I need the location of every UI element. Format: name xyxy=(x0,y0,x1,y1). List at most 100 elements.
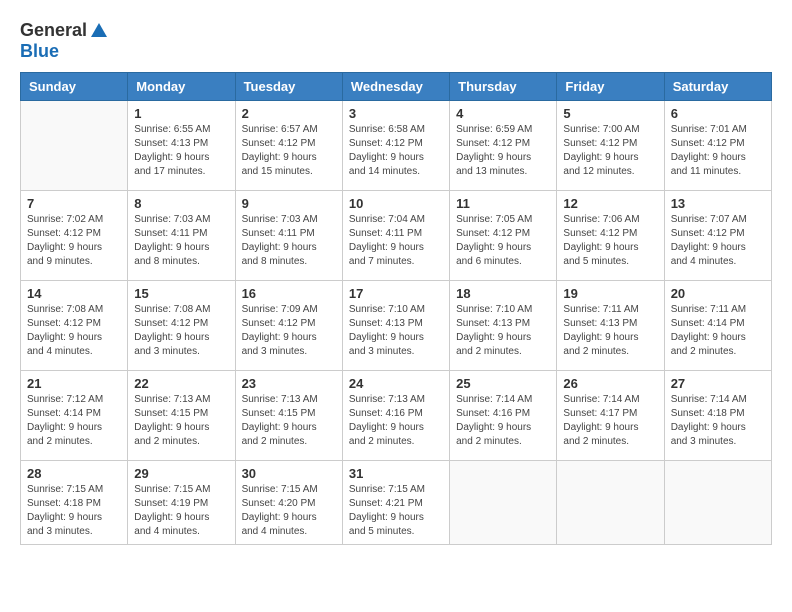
day-info: Sunrise: 7:10 AMSunset: 4:13 PMDaylight:… xyxy=(349,303,443,359)
day-number: 16 xyxy=(242,286,336,301)
column-header-thursday: Thursday xyxy=(450,73,557,101)
day-info: Sunrise: 7:01 AMSunset: 4:12 PMDaylight:… xyxy=(671,123,765,179)
calendar-cell: 17 Sunrise: 7:10 AMSunset: 4:13 PMDayligh… xyxy=(342,281,449,371)
day-number: 1 xyxy=(134,106,228,121)
day-info: Sunrise: 6:55 AMSunset: 4:13 PMDaylight:… xyxy=(134,123,228,179)
day-info: Sunrise: 7:03 AMSunset: 4:11 PMDaylight:… xyxy=(134,213,228,269)
column-header-friday: Friday xyxy=(557,73,664,101)
day-info: Sunrise: 7:10 AMSunset: 4:13 PMDaylight:… xyxy=(456,303,550,359)
day-info: Sunrise: 7:14 AMSunset: 4:16 PMDaylight:… xyxy=(456,393,550,449)
day-info: Sunrise: 7:13 AMSunset: 4:15 PMDaylight:… xyxy=(242,393,336,449)
calendar-cell: 29 Sunrise: 7:15 AMSunset: 4:19 PMDayligh… xyxy=(128,461,235,545)
day-number: 14 xyxy=(27,286,121,301)
calendar-cell: 12Sunrise: 7:06 AMSunset: 4:12 PMDayligh… xyxy=(557,191,664,281)
calendar-cell xyxy=(557,461,664,545)
day-number: 15 xyxy=(134,286,228,301)
calendar-cell: 21 Sunrise: 7:12 AMSunset: 4:14 PMDayligh… xyxy=(21,371,128,461)
day-number: 6 xyxy=(671,106,765,121)
calendar-cell: 9 Sunrise: 7:03 AMSunset: 4:11 PMDaylight… xyxy=(235,191,342,281)
day-info: Sunrise: 6:57 AMSunset: 4:12 PMDaylight:… xyxy=(242,123,336,179)
day-info: Sunrise: 6:58 AMSunset: 4:12 PMDaylight:… xyxy=(349,123,443,179)
day-info: Sunrise: 7:05 AMSunset: 4:12 PMDaylight:… xyxy=(456,213,550,269)
day-number: 27 xyxy=(671,376,765,391)
day-number: 25 xyxy=(456,376,550,391)
calendar-cell: 3 Sunrise: 6:58 AMSunset: 4:12 PMDaylight… xyxy=(342,101,449,191)
day-info: Sunrise: 7:15 AMSunset: 4:19 PMDaylight:… xyxy=(134,483,228,539)
day-number: 24 xyxy=(349,376,443,391)
day-number: 3 xyxy=(349,106,443,121)
day-number: 22 xyxy=(134,376,228,391)
day-info: Sunrise: 7:13 AMSunset: 4:15 PMDaylight:… xyxy=(134,393,228,449)
day-info: Sunrise: 7:03 AMSunset: 4:11 PMDaylight:… xyxy=(242,213,336,269)
day-info: Sunrise: 7:08 AMSunset: 4:12 PMDaylight:… xyxy=(27,303,121,359)
day-info: Sunrise: 7:02 AMSunset: 4:12 PMDaylight:… xyxy=(27,213,121,269)
calendar-cell: 26Sunrise: 7:14 AMSunset: 4:17 PMDayligh… xyxy=(557,371,664,461)
header: General Blue xyxy=(20,20,772,62)
day-info: Sunrise: 7:15 AMSunset: 4:20 PMDaylight:… xyxy=(242,483,336,539)
logo-icon xyxy=(89,21,109,41)
day-number: 18 xyxy=(456,286,550,301)
calendar-cell: 30Sunrise: 7:15 AMSunset: 4:20 PMDayligh… xyxy=(235,461,342,545)
calendar-cell: 27 Sunrise: 7:14 AMSunset: 4:18 PMDayligh… xyxy=(664,371,771,461)
calendar-cell: 2Sunrise: 6:57 AMSunset: 4:12 PMDaylight… xyxy=(235,101,342,191)
day-number: 20 xyxy=(671,286,765,301)
day-info: Sunrise: 7:11 AMSunset: 4:14 PMDaylight:… xyxy=(671,303,765,359)
calendar-cell: 7 Sunrise: 7:02 AMSunset: 4:12 PMDaylight… xyxy=(21,191,128,281)
calendar-cell xyxy=(664,461,771,545)
calendar-cell: 16 Sunrise: 7:09 AMSunset: 4:12 PMDayligh… xyxy=(235,281,342,371)
day-number: 23 xyxy=(242,376,336,391)
logo-general-text: General xyxy=(20,20,87,41)
day-info: Sunrise: 7:07 AMSunset: 4:12 PMDaylight:… xyxy=(671,213,765,269)
calendar-cell: 5Sunrise: 7:00 AMSunset: 4:12 PMDaylight… xyxy=(557,101,664,191)
calendar-cell: 6 Sunrise: 7:01 AMSunset: 4:12 PMDaylight… xyxy=(664,101,771,191)
calendar-cell: 31 Sunrise: 7:15 AMSunset: 4:21 PMDayligh… xyxy=(342,461,449,545)
column-header-tuesday: Tuesday xyxy=(235,73,342,101)
calendar-cell: 23 Sunrise: 7:13 AMSunset: 4:15 PMDayligh… xyxy=(235,371,342,461)
calendar-cell: 13 Sunrise: 7:07 AMSunset: 4:12 PMDayligh… xyxy=(664,191,771,281)
day-info: Sunrise: 7:09 AMSunset: 4:12 PMDaylight:… xyxy=(242,303,336,359)
day-number: 13 xyxy=(671,196,765,211)
calendar-cell: 19 Sunrise: 7:11 AMSunset: 4:13 PMDayligh… xyxy=(557,281,664,371)
day-info: Sunrise: 7:15 AMSunset: 4:21 PMDaylight:… xyxy=(349,483,443,539)
calendar-cell: 20 Sunrise: 7:11 AMSunset: 4:14 PMDayligh… xyxy=(664,281,771,371)
day-info: Sunrise: 7:00 AMSunset: 4:12 PMDaylight:… xyxy=(563,123,657,179)
day-number: 19 xyxy=(563,286,657,301)
column-header-sunday: Sunday xyxy=(21,73,128,101)
calendar-cell: 8 Sunrise: 7:03 AMSunset: 4:11 PMDaylight… xyxy=(128,191,235,281)
day-number: 7 xyxy=(27,196,121,211)
day-info: Sunrise: 7:13 AMSunset: 4:16 PMDaylight:… xyxy=(349,393,443,449)
column-header-wednesday: Wednesday xyxy=(342,73,449,101)
day-info: Sunrise: 7:14 AMSunset: 4:18 PMDaylight:… xyxy=(671,393,765,449)
calendar-cell: 4 Sunrise: 6:59 AMSunset: 4:12 PMDaylight… xyxy=(450,101,557,191)
day-info: Sunrise: 7:15 AMSunset: 4:18 PMDaylight:… xyxy=(27,483,121,539)
calendar-cell: 1 Sunrise: 6:55 AMSunset: 4:13 PMDaylight… xyxy=(128,101,235,191)
calendar-cell: 18 Sunrise: 7:10 AMSunset: 4:13 PMDayligh… xyxy=(450,281,557,371)
day-info: Sunrise: 7:12 AMSunset: 4:14 PMDaylight:… xyxy=(27,393,121,449)
calendar-cell: 28 Sunrise: 7:15 AMSunset: 4:18 PMDayligh… xyxy=(21,461,128,545)
day-info: Sunrise: 7:06 AMSunset: 4:12 PMDaylight:… xyxy=(563,213,657,269)
calendar-cell: 14 Sunrise: 7:08 AMSunset: 4:12 PMDayligh… xyxy=(21,281,128,371)
day-number: 8 xyxy=(134,196,228,211)
day-number: 28 xyxy=(27,466,121,481)
day-number: 4 xyxy=(456,106,550,121)
day-number: 21 xyxy=(27,376,121,391)
calendar-cell: 24 Sunrise: 7:13 AMSunset: 4:16 PMDayligh… xyxy=(342,371,449,461)
day-info: Sunrise: 7:11 AMSunset: 4:13 PMDaylight:… xyxy=(563,303,657,359)
day-number: 17 xyxy=(349,286,443,301)
calendar-cell: 22 Sunrise: 7:13 AMSunset: 4:15 PMDayligh… xyxy=(128,371,235,461)
day-info: Sunrise: 7:04 AMSunset: 4:11 PMDaylight:… xyxy=(349,213,443,269)
day-number: 11 xyxy=(456,196,550,211)
day-number: 10 xyxy=(349,196,443,211)
day-info: Sunrise: 7:14 AMSunset: 4:17 PMDaylight:… xyxy=(563,393,657,449)
day-info: Sunrise: 6:59 AMSunset: 4:12 PMDaylight:… xyxy=(456,123,550,179)
calendar-cell: 10 Sunrise: 7:04 AMSunset: 4:11 PMDayligh… xyxy=(342,191,449,281)
calendar: SundayMondayTuesdayWednesdayThursdayFrid… xyxy=(20,72,772,545)
calendar-cell: 15 Sunrise: 7:08 AMSunset: 4:12 PMDayligh… xyxy=(128,281,235,371)
day-info: Sunrise: 7:08 AMSunset: 4:12 PMDaylight:… xyxy=(134,303,228,359)
calendar-cell: 11 Sunrise: 7:05 AMSunset: 4:12 PMDayligh… xyxy=(450,191,557,281)
day-number: 31 xyxy=(349,466,443,481)
day-number: 29 xyxy=(134,466,228,481)
column-header-saturday: Saturday xyxy=(664,73,771,101)
day-number: 9 xyxy=(242,196,336,211)
column-header-monday: Monday xyxy=(128,73,235,101)
